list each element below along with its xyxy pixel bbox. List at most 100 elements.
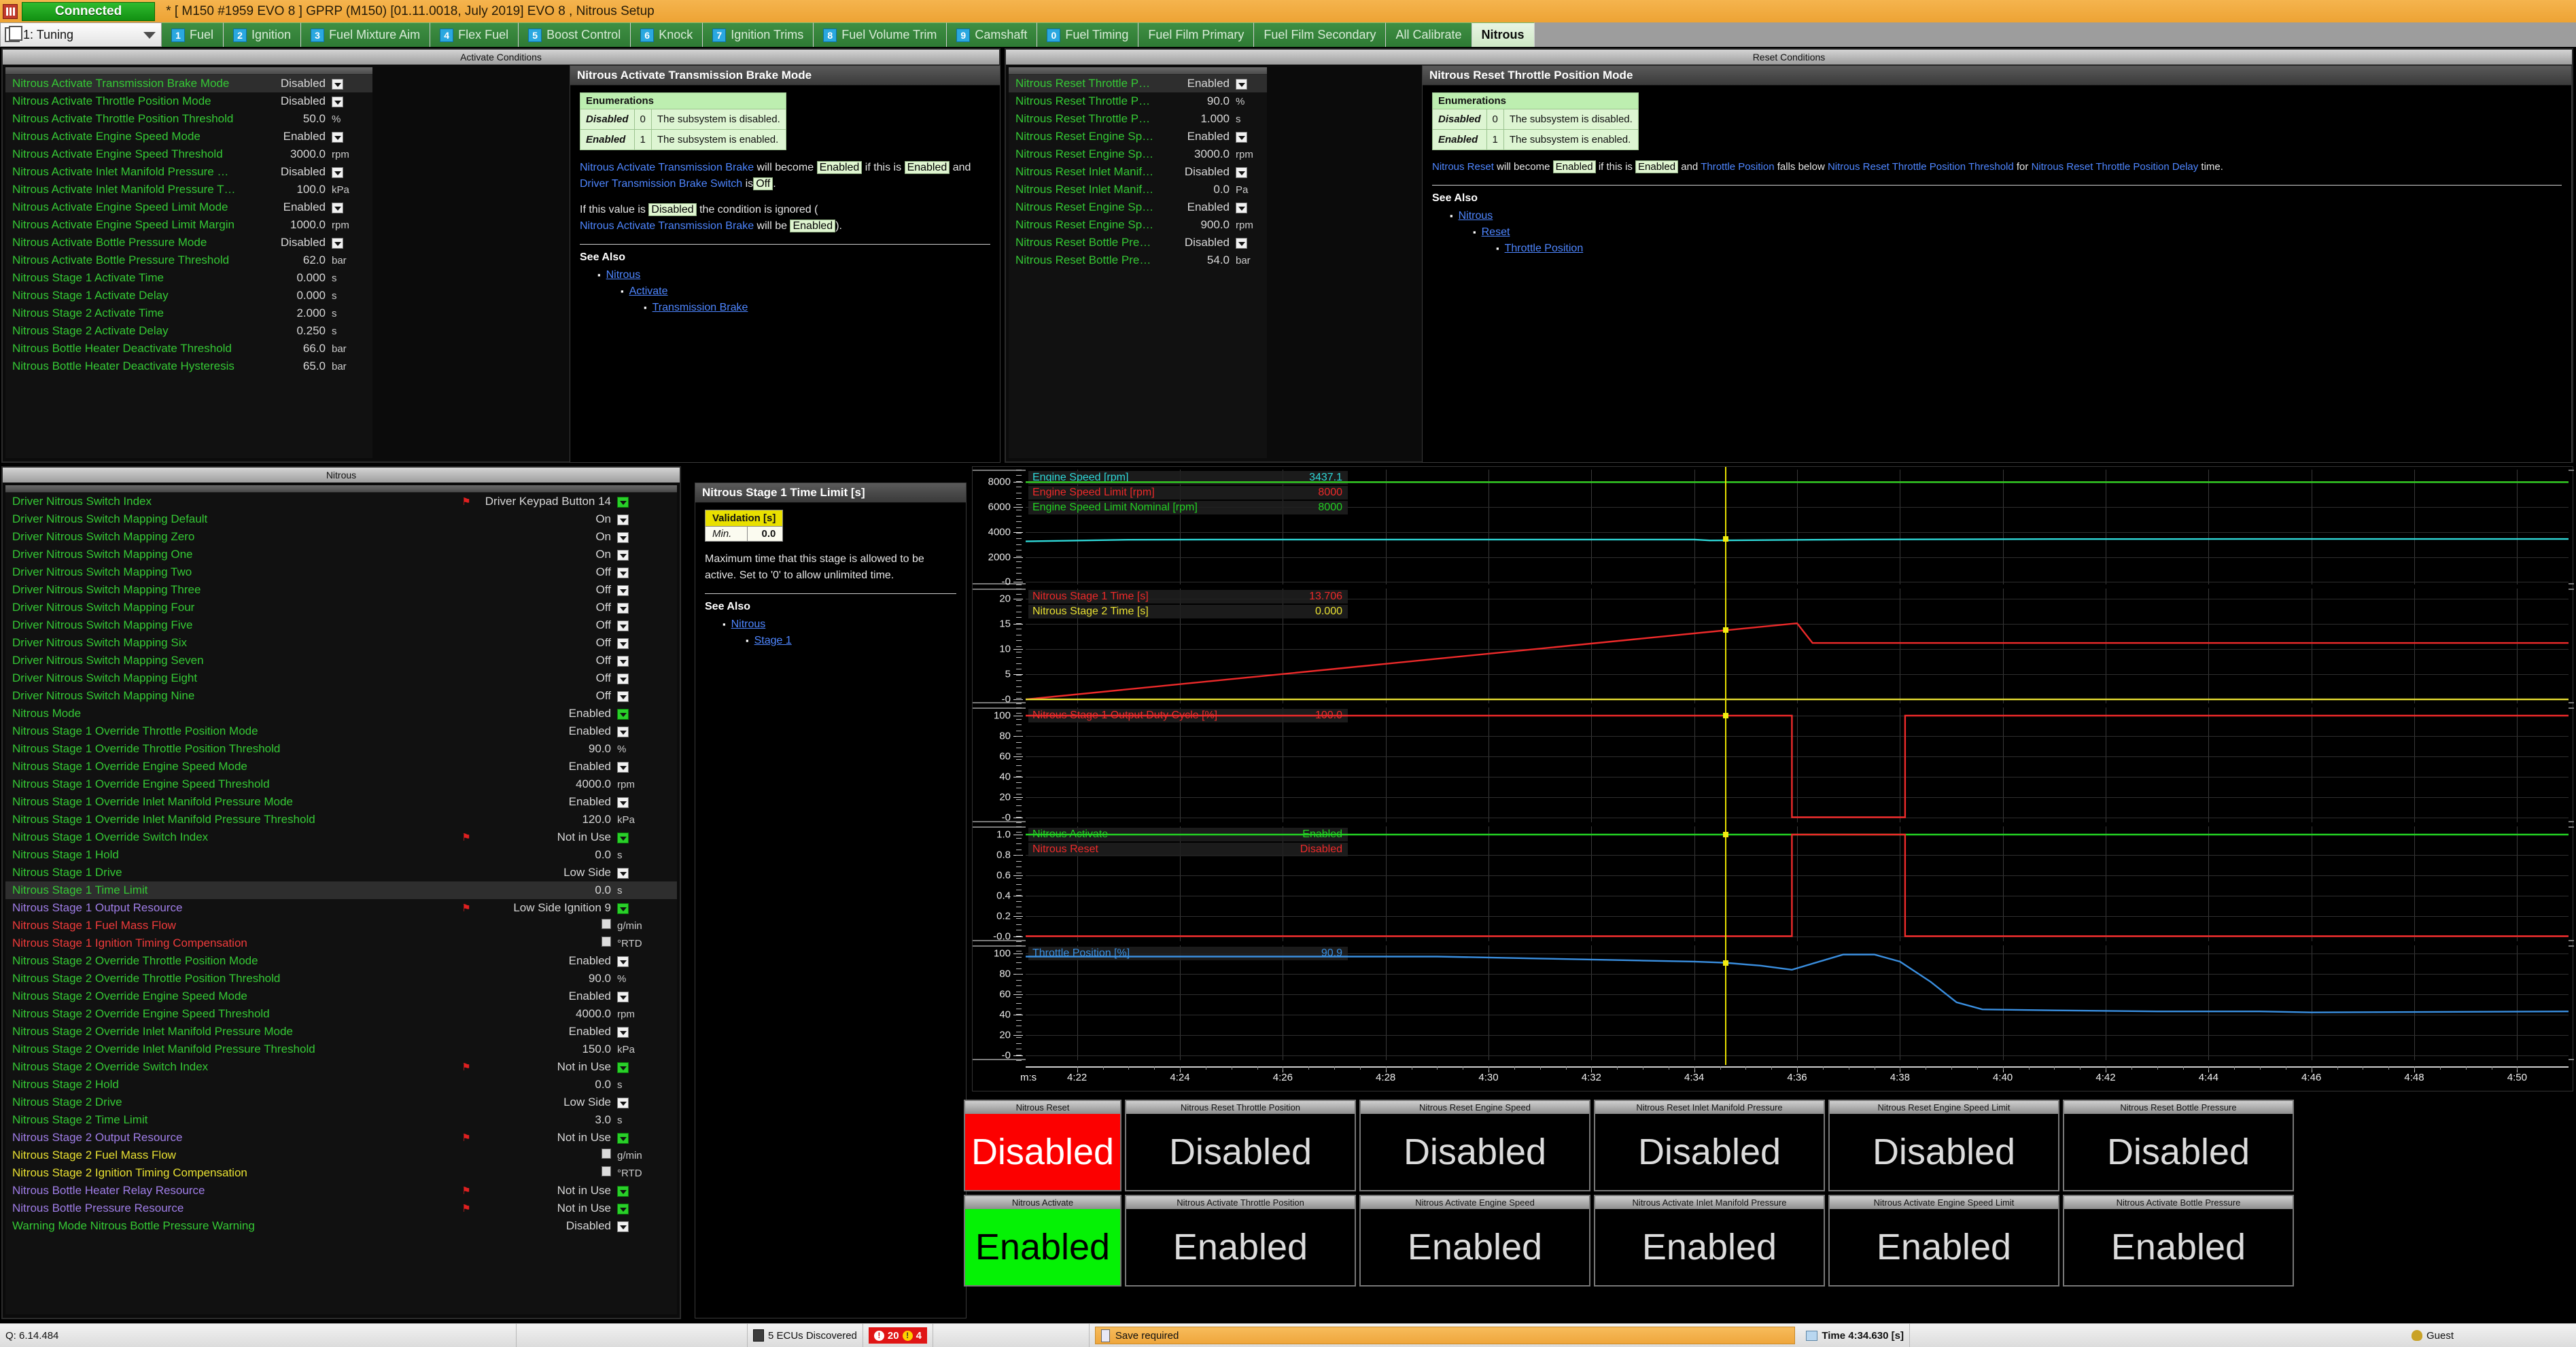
dropdown-arrow-icon[interactable] bbox=[1233, 201, 1267, 213]
chevron-down-icon[interactable] bbox=[617, 903, 629, 914]
parameter-row[interactable]: Nitrous Reset Engine Speed Mode Enabled bbox=[1009, 128, 1267, 145]
link-text[interactable]: Nitrous Reset bbox=[1432, 161, 1494, 173]
status-ecus[interactable]: 5 ECUs Discovered bbox=[748, 1324, 863, 1347]
parameter-row[interactable]: Nitrous Stage 2 Drive Low Side bbox=[5, 1094, 677, 1111]
parameter-value[interactable]: Enabled bbox=[472, 760, 614, 773]
chevron-down-icon[interactable] bbox=[332, 167, 343, 178]
parameter-row[interactable]: Nitrous Reset Throttle Position Mode Enab… bbox=[1009, 75, 1267, 92]
parameter-value[interactable] bbox=[472, 937, 614, 950]
parameter-row[interactable]: Driver Nitrous Switch Mapping Five Off bbox=[5, 616, 677, 634]
tab-fuel-volume-trim[interactable]: 8 Fuel Volume Trim bbox=[814, 22, 947, 47]
status-tile[interactable]: Nitrous Reset Engine Speed Limit Disabled bbox=[1828, 1100, 2059, 1191]
dropdown-arrow-icon[interactable] bbox=[614, 760, 650, 773]
parameter-row[interactable]: Nitrous Activate Engine Speed Limit Mode… bbox=[5, 198, 372, 216]
parameter-value[interactable]: Low Side bbox=[472, 866, 614, 879]
parameter-value[interactable]: 65.0 bbox=[247, 360, 329, 373]
chevron-down-icon[interactable] bbox=[617, 549, 629, 561]
dropdown-arrow-icon[interactable] bbox=[614, 513, 650, 525]
chevron-down-icon[interactable] bbox=[617, 690, 629, 702]
parameter-value[interactable]: 3.0 bbox=[472, 1113, 614, 1127]
dropdown-arrow-icon[interactable] bbox=[614, 584, 650, 596]
parameter-row[interactable]: Nitrous Stage 1 Ignition Timing Compensa… bbox=[5, 934, 677, 952]
nitrous-grid[interactable]: Driver Nitrous Switch Index ⚑ Driver Keypa… bbox=[5, 485, 677, 1314]
status-tile[interactable]: Nitrous Activate Bottle Pressure Enabled bbox=[2063, 1195, 2294, 1287]
see-also-link[interactable]: Reset bbox=[1482, 226, 1510, 238]
dropdown-arrow-icon[interactable] bbox=[614, 955, 650, 967]
parameter-row[interactable]: Driver Nitrous Switch Mapping Three Off bbox=[5, 581, 677, 599]
parameter-value[interactable]: On bbox=[472, 548, 614, 561]
chevron-down-icon[interactable] bbox=[1236, 131, 1247, 143]
parameter-value[interactable]: 66.0 bbox=[247, 342, 329, 355]
parameter-row[interactable]: Nitrous Reset Throttle Position Thresh..… bbox=[1009, 92, 1267, 110]
parameter-row[interactable]: Nitrous Stage 1 Time Limit 0.0 s bbox=[5, 881, 677, 899]
parameter-value[interactable]: Disabled bbox=[247, 165, 329, 179]
parameter-value[interactable]: Enabled bbox=[1165, 77, 1233, 90]
table-icon[interactable] bbox=[602, 937, 611, 947]
parameter-value[interactable]: Disabled bbox=[247, 77, 329, 90]
chevron-down-icon[interactable] bbox=[617, 991, 629, 1002]
parameter-value[interactable]: Off bbox=[472, 654, 614, 667]
parameter-row[interactable]: Nitrous Stage 2 Override Throttle Positi… bbox=[5, 970, 677, 987]
dropdown-arrow-icon[interactable] bbox=[614, 867, 650, 879]
parameter-value[interactable]: 0.000 bbox=[247, 289, 329, 302]
parameter-row[interactable]: Nitrous Stage 1 Override Inlet Manifold … bbox=[5, 793, 677, 811]
parameter-row[interactable]: Nitrous Stage 1 Override Engine Speed Mo… bbox=[5, 758, 677, 775]
dropdown-arrow-icon[interactable] bbox=[329, 201, 363, 213]
dropdown-arrow-icon[interactable] bbox=[614, 637, 650, 649]
link-text[interactable]: Nitrous Reset Throttle Position Delay bbox=[2032, 161, 2199, 173]
chevron-down-icon[interactable] bbox=[617, 867, 629, 879]
parameter-row[interactable]: Nitrous Stage 2 Activate Time 2.000 s bbox=[5, 304, 372, 322]
status-tile[interactable]: Nitrous Reset Disabled bbox=[964, 1100, 1121, 1191]
parameter-value[interactable] bbox=[472, 919, 614, 932]
parameter-value[interactable]: 0.0 bbox=[472, 1078, 614, 1091]
chevron-down-icon[interactable] bbox=[617, 1185, 629, 1197]
tab-ignition[interactable]: 2 Ignition bbox=[224, 22, 302, 47]
dropdown-arrow-icon[interactable] bbox=[329, 130, 363, 143]
reset-conditions-grid[interactable]: Nitrous Reset Throttle Position Mode Enab… bbox=[1009, 67, 1267, 458]
parameter-value[interactable]: 0.0 bbox=[472, 884, 614, 897]
tab-boost-control[interactable]: 5 Boost Control bbox=[519, 22, 631, 47]
dropdown-arrow-icon[interactable] bbox=[614, 548, 650, 561]
chevron-down-icon[interactable] bbox=[617, 1221, 629, 1232]
chevron-down-icon[interactable] bbox=[617, 584, 629, 596]
parameter-row[interactable]: Nitrous Activate Transmission Brake Mode… bbox=[5, 75, 372, 92]
time-cursor[interactable] bbox=[1725, 467, 1727, 1065]
parameter-value[interactable]: Off bbox=[472, 689, 614, 703]
parameter-row[interactable]: Nitrous Activate Engine Speed Limit Marg… bbox=[5, 216, 372, 234]
chevron-down-icon[interactable] bbox=[332, 96, 343, 107]
parameter-row[interactable]: Nitrous Stage 1 Override Inlet Manifold … bbox=[5, 811, 677, 828]
parameter-row[interactable]: Nitrous Reset Bottle Pressure Mode Disabl… bbox=[1009, 234, 1267, 251]
dropdown-arrow-icon[interactable] bbox=[329, 237, 363, 249]
parameter-value[interactable]: 0.000 bbox=[247, 271, 329, 285]
parameter-value[interactable]: 150.0 bbox=[472, 1043, 614, 1056]
parameter-row[interactable]: Nitrous Activate Inlet Manifold Pressure… bbox=[5, 181, 372, 198]
parameter-value[interactable]: Enabled bbox=[472, 724, 614, 738]
timeseries-chart[interactable]: 8000 6000 4000 2000 -0 Engine Speed [rpm] 3437… bbox=[972, 466, 2574, 1091]
parameter-value[interactable] bbox=[472, 1149, 614, 1162]
status-tile[interactable]: Nitrous Activate Engine Speed Limit Enabl… bbox=[1828, 1195, 2059, 1287]
dropdown-arrow-icon[interactable] bbox=[1233, 130, 1267, 143]
parameter-value[interactable]: Driver Keypad Button 14 bbox=[472, 495, 614, 508]
dropdown-arrow-icon[interactable] bbox=[614, 1202, 650, 1214]
parameter-value[interactable]: Enabled bbox=[472, 795, 614, 809]
tab-fuel-film-secondary[interactable]: Fuel Film Secondary bbox=[1254, 22, 1387, 47]
status-tile[interactable]: Nitrous Reset Throttle Position Disabled bbox=[1125, 1100, 1356, 1191]
parameter-value[interactable]: Not in Use bbox=[472, 1202, 614, 1215]
parameter-value[interactable]: On bbox=[472, 512, 614, 526]
parameter-value[interactable]: 100.0 bbox=[247, 183, 329, 196]
see-also-link[interactable]: Nitrous bbox=[731, 618, 766, 630]
parameter-row[interactable]: Nitrous Bottle Heater Deactivate Hystere… bbox=[5, 357, 372, 375]
parameter-row[interactable]: Driver Nitrous Switch Mapping Default On bbox=[5, 510, 677, 528]
link-text[interactable]: Driver Transmission Brake Switch bbox=[580, 178, 742, 190]
parameter-value[interactable]: 90.0 bbox=[1165, 94, 1233, 108]
chevron-down-icon[interactable] bbox=[617, 1203, 629, 1214]
status-tile[interactable]: Nitrous Activate Enabled bbox=[964, 1195, 1121, 1287]
error-warning-badge[interactable]: ! 20 ! 4 bbox=[868, 1327, 927, 1344]
parameter-row[interactable]: Nitrous Stage 2 Fuel Mass Flow g/min bbox=[5, 1147, 677, 1164]
parameter-row[interactable]: Nitrous Activate Bottle Pressure Thresho… bbox=[5, 251, 372, 269]
see-also-link[interactable]: Throttle Position bbox=[1505, 243, 1584, 254]
parameter-row[interactable]: Nitrous Bottle Heater Relay Resource ⚑ Not… bbox=[5, 1182, 677, 1200]
parameter-row[interactable]: Nitrous Reset Bottle Pressure Threshold 5… bbox=[1009, 251, 1267, 269]
see-also-link[interactable]: Stage 1 bbox=[754, 635, 792, 646]
page-group-selector[interactable]: 1: Tuning bbox=[0, 22, 162, 47]
